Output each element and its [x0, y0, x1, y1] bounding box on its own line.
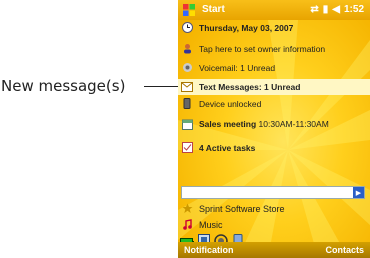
sprint-store-row[interactable]: Sprint Software Store	[178, 202, 370, 215]
owner-icon	[181, 43, 193, 55]
clock-icon	[181, 22, 193, 34]
connectivity-icon[interactable]: ⇄	[310, 4, 318, 15]
windows-flag-icon[interactable]	[182, 3, 196, 17]
owner-row[interactable]: Tap here to set owner information	[178, 42, 370, 55]
music-icon	[181, 219, 193, 231]
calendar-icon	[181, 118, 193, 130]
volume-icon[interactable]: ◀	[332, 4, 340, 15]
device-lock-row[interactable]: Device unlocked	[178, 97, 370, 110]
voicemail-icon	[181, 62, 193, 74]
callout-leader-line	[144, 86, 181, 87]
phone-icon	[181, 98, 193, 110]
today-screen: Start ⇄ ▮ ◀ 1:52 Thursday, May 03, 2007 …	[178, 0, 370, 258]
calendar-row[interactable]: Sales meeting 10:30AM-11:30AM	[178, 113, 370, 135]
notification-softkey[interactable]: Notification	[184, 245, 234, 255]
soft-key-bar: Notification Contacts	[178, 242, 370, 258]
appointment: Sales meeting 10:30AM-11:30AM	[199, 119, 329, 129]
signal-icon[interactable]: ▮	[323, 4, 329, 15]
status-area: ⇄ ▮ ◀ 1:52	[310, 4, 364, 15]
contacts-softkey[interactable]: Contacts	[325, 245, 364, 255]
tasks-text: 4 Active tasks	[199, 142, 256, 153]
tasks-row[interactable]: 4 Active tasks	[178, 141, 370, 154]
voicemail-text: Voicemail: 1 Unread	[199, 62, 276, 73]
owner-text: Tap here to set owner information	[199, 43, 326, 54]
music-row[interactable]: Music	[178, 218, 370, 231]
music-text: Music	[199, 219, 223, 230]
sprint-store-text: Sprint Software Store	[199, 203, 285, 214]
device-lock-text: Device unlocked	[199, 98, 262, 109]
text-messages-text: Text Messages: 1 Unread	[199, 82, 301, 92]
appointment-time: 10:30AM-11:30AM	[258, 119, 329, 129]
start-menu-label[interactable]: Start	[202, 4, 225, 15]
search-box: ▶	[181, 186, 365, 204]
clock[interactable]: 1:52	[344, 4, 364, 15]
text-messages-row[interactable]: Text Messages: 1 Unread	[178, 79, 370, 95]
date-text: Thursday, May 03, 2007	[199, 22, 294, 33]
date-row[interactable]: Thursday, May 03, 2007	[178, 21, 370, 34]
title-bar: Start ⇄ ▮ ◀ 1:52	[178, 0, 370, 20]
voicemail-row[interactable]: Voicemail: 1 Unread	[178, 61, 370, 74]
tasks-icon	[181, 142, 193, 154]
search-go-button[interactable]: ▶	[353, 187, 364, 198]
star-icon	[181, 203, 193, 215]
envelope-icon	[181, 81, 193, 93]
appointment-title: Sales meeting	[199, 119, 257, 129]
callout-label: New message(s)	[1, 77, 126, 95]
